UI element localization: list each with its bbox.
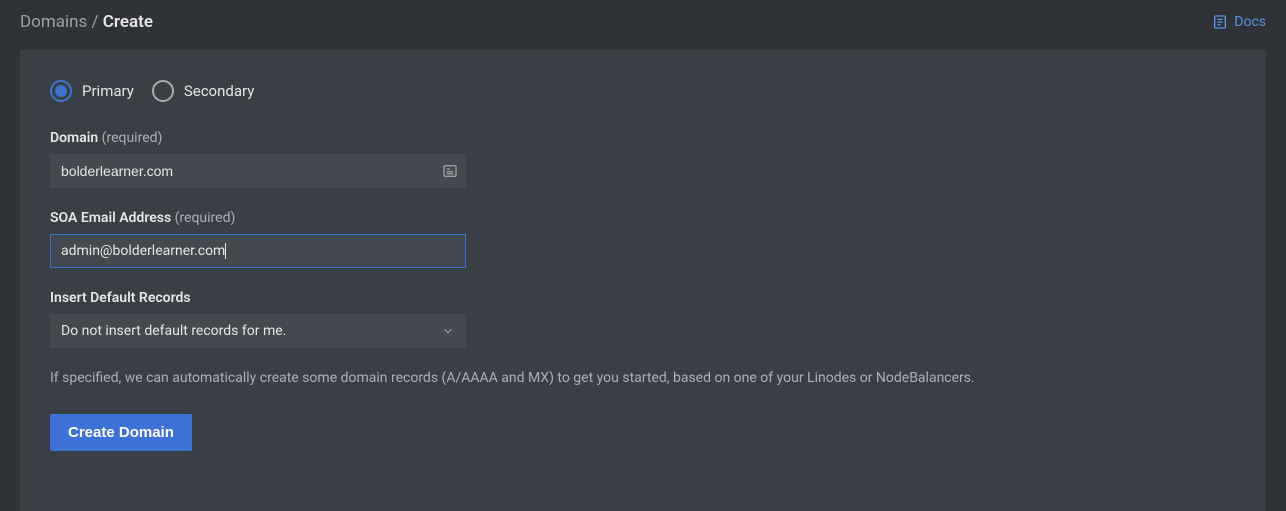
radio-primary-label: Primary [82,82,134,100]
domain-label: Domain (required) [50,130,1236,146]
docs-link[interactable]: Docs [1212,14,1266,30]
default-records-selected-value: Do not insert default records for me. [61,323,286,339]
soa-email-label: SOA Email Address (required) [50,210,1236,226]
domain-input[interactable] [50,154,466,188]
default-records-help-text: If specified, we can automatically creat… [50,370,1236,386]
radio-secondary-label: Secondary [184,82,254,100]
radio-secondary[interactable]: Secondary [152,80,254,102]
radio-primary[interactable]: Primary [50,80,134,102]
create-domain-panel: Primary Secondary Domain (required) SOA … [20,50,1266,511]
text-caret [225,243,226,259]
docs-label: Docs [1234,14,1266,30]
zone-type-radio-group: Primary Secondary [50,80,1236,102]
breadcrumb: Domains / Create [20,12,153,32]
radio-secondary-circle [152,80,174,102]
create-domain-button[interactable]: Create Domain [50,414,192,451]
docs-icon [1212,14,1228,30]
breadcrumb-separator: / [92,12,103,32]
chevron-down-icon [441,324,455,338]
breadcrumb-current: Create [103,12,153,32]
soa-email-input[interactable]: admin@bolderlearner.com [50,234,466,268]
radio-primary-circle [50,80,72,102]
default-records-select[interactable]: Do not insert default records for me. [50,314,466,348]
breadcrumb-parent[interactable]: Domains [20,12,87,32]
contact-card-icon [442,163,458,179]
default-records-label: Insert Default Records [50,290,1236,306]
